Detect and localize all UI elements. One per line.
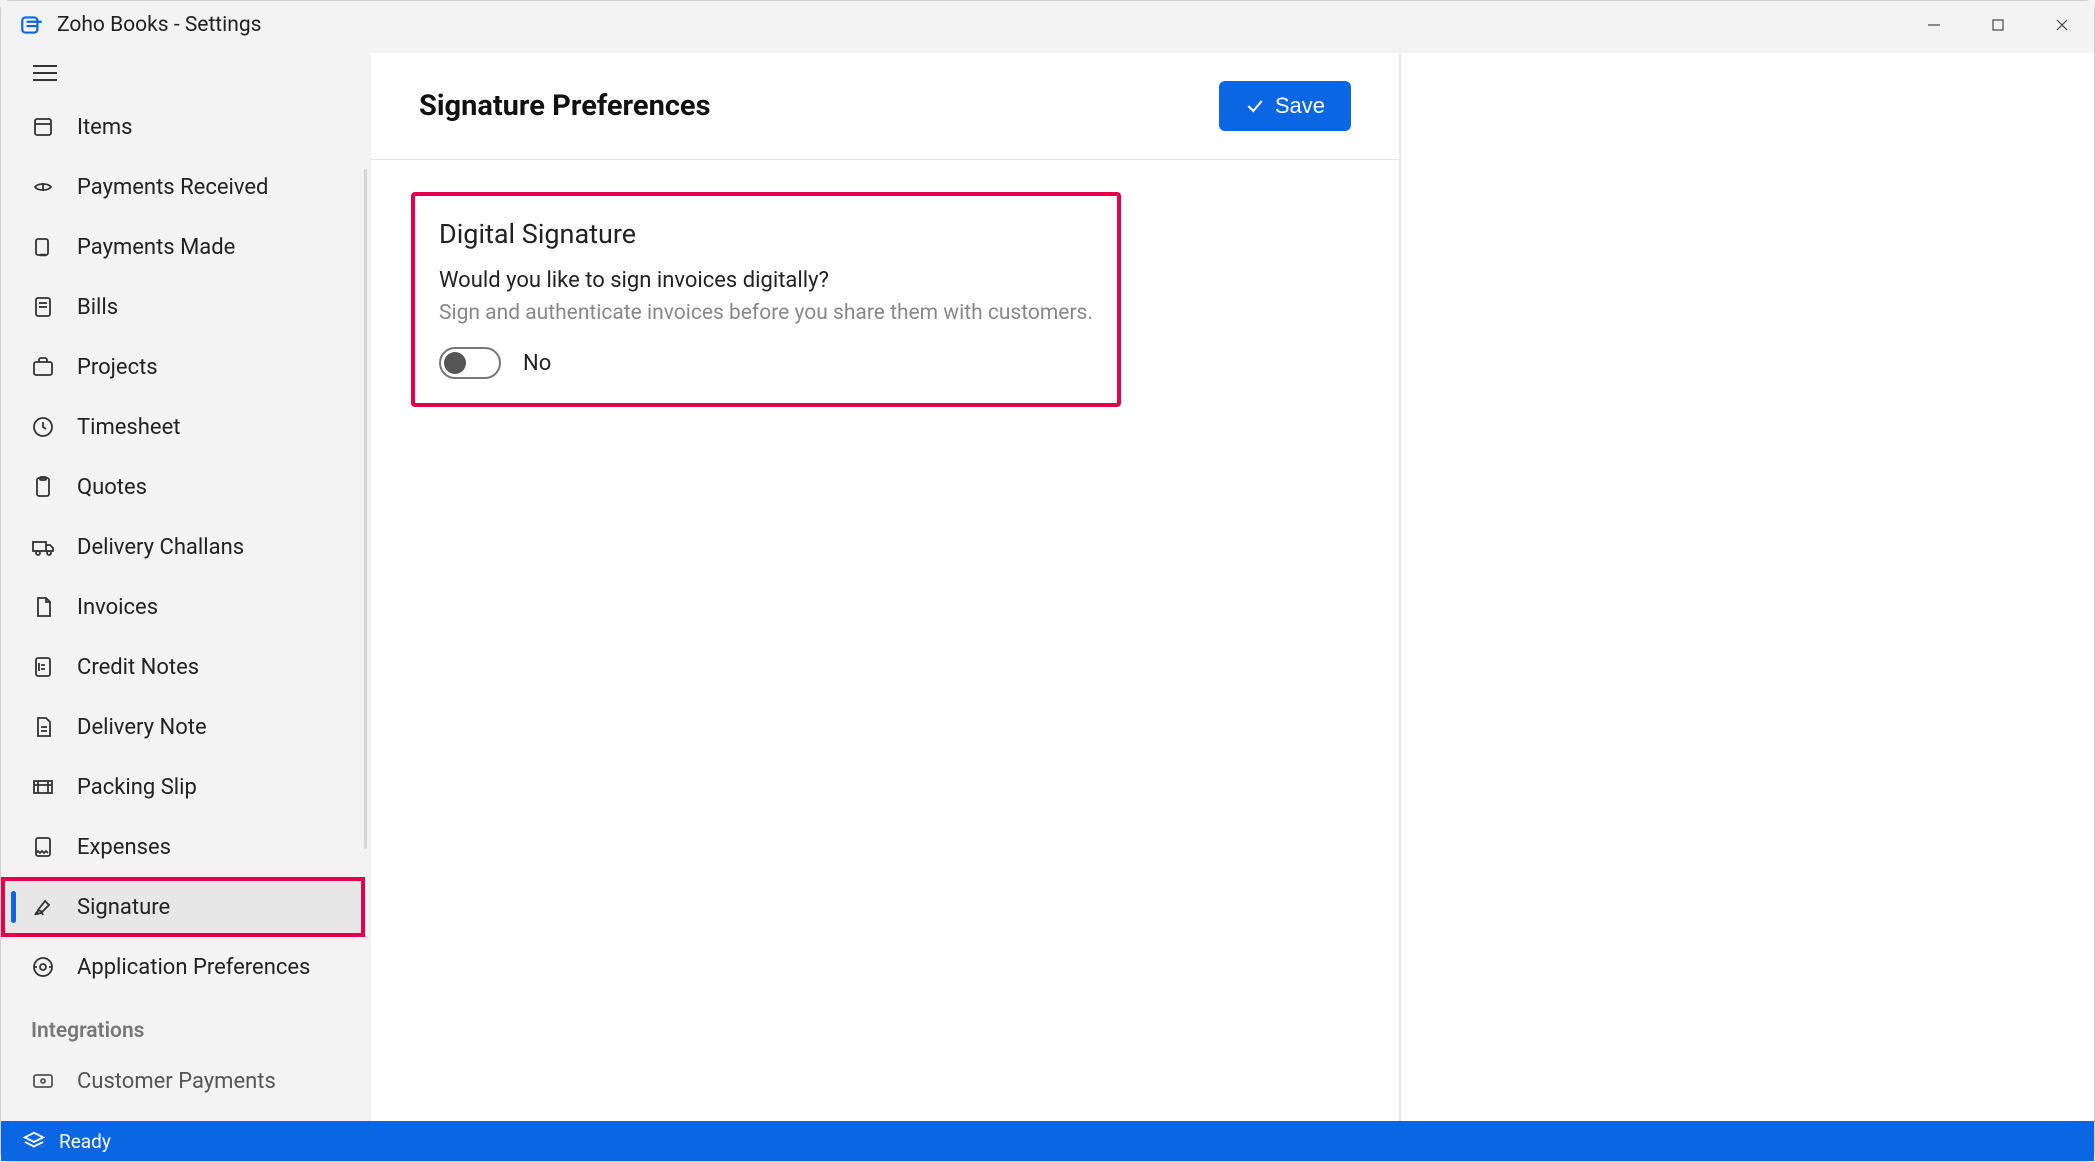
minimize-button[interactable] (1902, 1, 1966, 49)
sidebar-item-label: Customer Payments (77, 1069, 276, 1093)
content-body: Digital Signature Would you like to sign… (371, 160, 1399, 439)
main-area: Signature Preferences Save Digital Signa… (371, 49, 2094, 1121)
sidebar-item-timesheet[interactable]: Timesheet (1, 397, 365, 457)
app-window: Zoho Books - Settings Items Payments Rece… (0, 0, 2095, 1162)
payments-made-icon (31, 235, 55, 259)
content-pane: Signature Preferences Save Digital Signa… (371, 53, 1401, 1121)
digital-signature-toggle-label: No (523, 351, 551, 376)
sidebar-item-signature[interactable]: Signature (1, 877, 365, 937)
sidebar: Items Payments Received Payments Made Bills… (1, 49, 371, 1121)
delivery-challans-icon (31, 535, 55, 559)
sidebar-item-label: Expenses (77, 835, 171, 860)
save-button[interactable]: Save (1219, 81, 1351, 131)
digital-signature-toggle[interactable] (439, 347, 501, 379)
right-empty-pane (1401, 53, 2094, 1121)
sidebar-item-packing-slip[interactable]: Packing Slip (1, 757, 365, 817)
body-area: Items Payments Received Payments Made Bills… (1, 49, 2094, 1121)
app-preferences-icon (31, 955, 55, 979)
save-button-label: Save (1275, 93, 1325, 119)
sidebar-item-label: Delivery Note (77, 715, 207, 740)
sidebar-item-expenses[interactable]: Expenses (1, 817, 365, 877)
sidebar-item-items[interactable]: Items (1, 97, 365, 157)
statusbar: Ready (1, 1121, 2094, 1161)
items-icon (31, 115, 55, 139)
sidebar-item-payments-received[interactable]: Payments Received (1, 157, 365, 217)
sidebar-item-label: Invoices (77, 595, 158, 620)
sidebar-item-projects[interactable]: Projects (1, 337, 365, 397)
sidebar-item-bills[interactable]: Bills (1, 277, 365, 337)
sidebar-item-delivery-challans[interactable]: Delivery Challans (1, 517, 365, 577)
status-stack-icon (23, 1130, 45, 1152)
sidebar-nav: Items Payments Received Payments Made Bills… (1, 97, 371, 1121)
sidebar-item-application-preferences[interactable]: Application Preferences (1, 937, 365, 997)
quotes-icon (31, 475, 55, 499)
sidebar-item-label: Timesheet (77, 415, 180, 440)
sidebar-item-quotes[interactable]: Quotes (1, 457, 365, 517)
sidebar-scrollbar[interactable] (364, 169, 367, 849)
timesheet-icon (31, 415, 55, 439)
close-button[interactable] (2030, 1, 2094, 49)
app-logo-icon (19, 12, 45, 38)
sidebar-item-customer-payments[interactable]: Customer Payments (1, 1053, 365, 1093)
bills-icon (31, 295, 55, 319)
expenses-icon (31, 835, 55, 859)
signature-icon (31, 895, 55, 919)
delivery-note-icon (31, 715, 55, 739)
projects-icon (31, 355, 55, 379)
sidebar-item-label: Credit Notes (77, 655, 199, 680)
window-controls (1902, 1, 2094, 49)
window-title: Zoho Books - Settings (57, 13, 262, 37)
customer-payments-icon (31, 1069, 55, 1093)
digital-signature-hint: Sign and authenticate invoices before yo… (439, 301, 1093, 325)
check-icon (1245, 96, 1265, 116)
sidebar-item-label: Signature (77, 895, 170, 920)
sidebar-item-label: Payments Received (77, 175, 268, 200)
credit-notes-icon (31, 655, 55, 679)
maximize-button[interactable] (1966, 1, 2030, 49)
sidebar-item-label: Quotes (77, 475, 147, 500)
sidebar-item-payments-made[interactable]: Payments Made (1, 217, 365, 277)
sidebar-item-label: Items (77, 115, 133, 140)
sidebar-item-label: Bills (77, 295, 118, 320)
hamburger-button[interactable] (1, 49, 371, 97)
sidebar-item-label: Application Preferences (77, 955, 310, 980)
sidebar-item-label: Packing Slip (77, 775, 197, 800)
sidebar-item-label: Projects (77, 355, 158, 380)
invoices-icon (31, 595, 55, 619)
payments-received-icon (31, 175, 55, 199)
digital-signature-toggle-row: No (439, 347, 1093, 379)
titlebar: Zoho Books - Settings (1, 1, 2094, 49)
sidebar-item-delivery-note[interactable]: Delivery Note (1, 697, 365, 757)
digital-signature-card: Digital Signature Would you like to sign… (411, 192, 1121, 407)
sidebar-section-integrations: Integrations (1, 997, 365, 1053)
page-title: Signature Preferences (419, 89, 711, 123)
sidebar-item-label: Delivery Challans (77, 535, 244, 560)
sidebar-item-label: Payments Made (77, 235, 235, 260)
packing-slip-icon (31, 775, 55, 799)
content-header: Signature Preferences Save (371, 53, 1399, 160)
sidebar-item-invoices[interactable]: Invoices (1, 577, 365, 637)
digital-signature-heading: Digital Signature (439, 218, 1093, 250)
digital-signature-question: Would you like to sign invoices digitall… (439, 268, 1093, 293)
status-text: Ready (59, 1130, 111, 1153)
sidebar-item-credit-notes[interactable]: Credit Notes (1, 637, 365, 697)
toggle-knob (444, 352, 466, 374)
